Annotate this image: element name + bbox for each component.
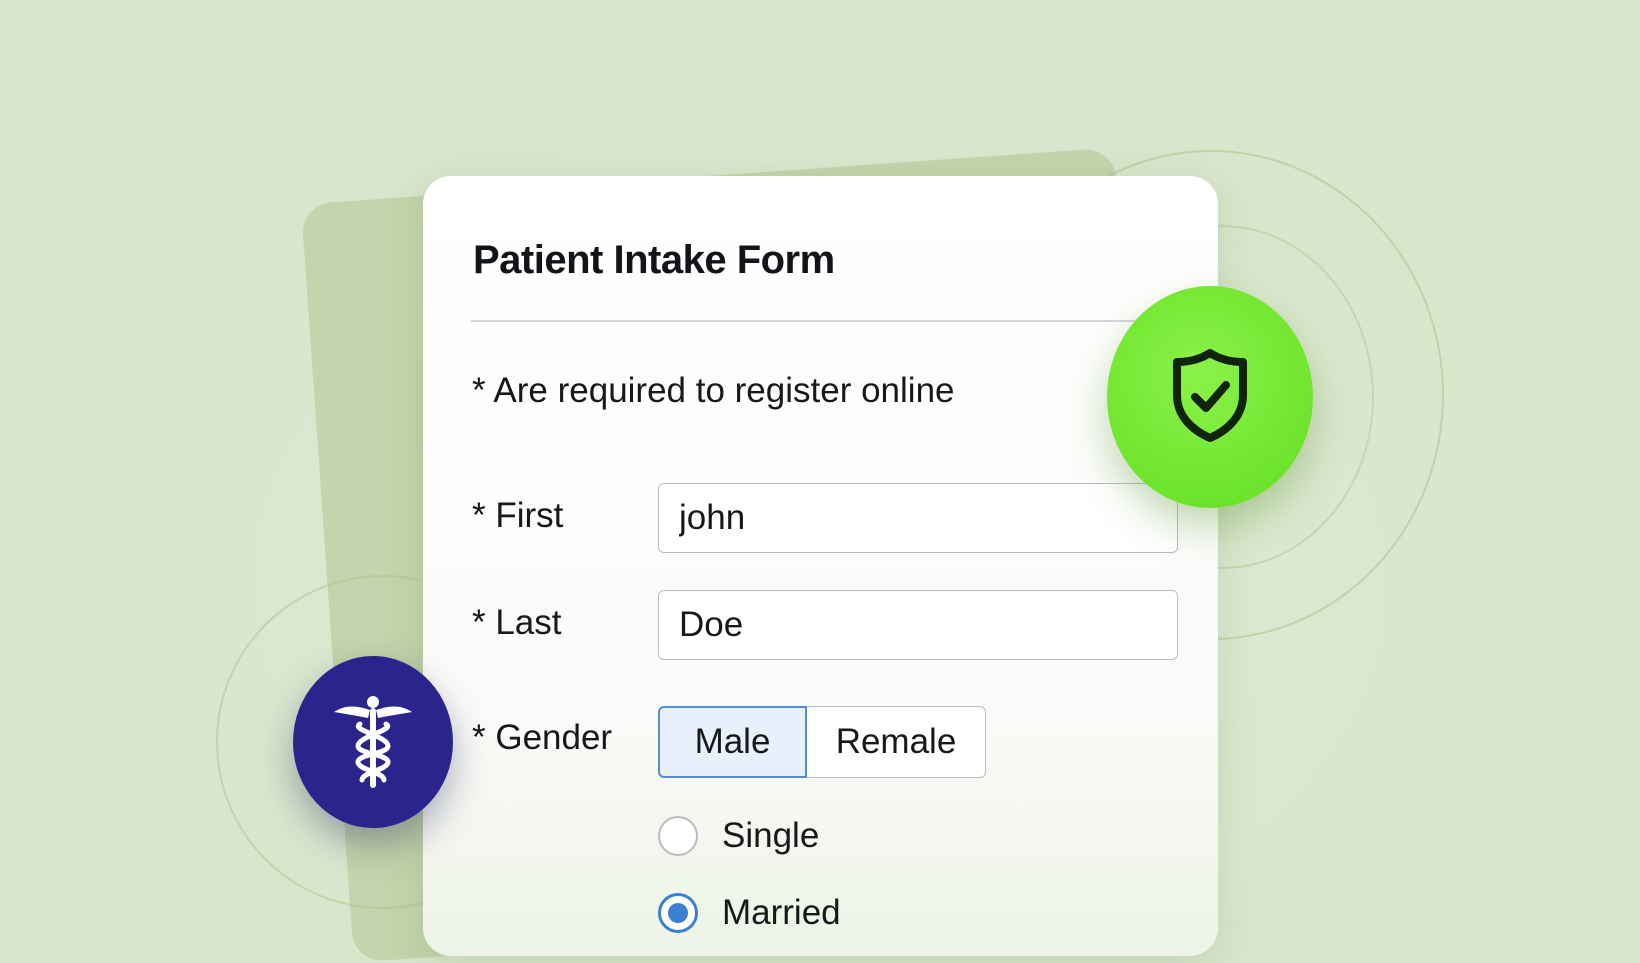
shield-check-icon xyxy=(1165,345,1255,450)
medical-badge xyxy=(293,656,453,828)
gender-label: * Gender xyxy=(472,718,613,757)
first-name-label: * First xyxy=(472,496,564,535)
intake-form-card: Patient Intake Form * Are required to re… xyxy=(423,176,1218,956)
marital-single-label: Single xyxy=(722,816,820,855)
gender-female-option[interactable]: Remale xyxy=(807,706,986,778)
marital-married-label: Married xyxy=(722,893,841,932)
gender-segmented-control: Male Remale xyxy=(658,706,986,778)
form-title: Patient Intake Form xyxy=(473,238,835,282)
security-badge xyxy=(1107,286,1313,508)
required-note: * Are required to register online xyxy=(472,371,955,410)
title-divider xyxy=(471,320,1176,322)
caduceus-icon xyxy=(328,690,418,795)
marital-married-row[interactable]: Married xyxy=(658,893,841,933)
first-name-input[interactable] xyxy=(658,483,1178,553)
marital-married-radio[interactable] xyxy=(658,893,698,933)
last-name-input[interactable] xyxy=(658,590,1178,660)
gender-male-option[interactable]: Male xyxy=(658,706,807,778)
marital-single-radio[interactable] xyxy=(658,816,698,856)
marital-single-row[interactable]: Single xyxy=(658,816,819,856)
last-name-label: * Last xyxy=(472,603,562,642)
